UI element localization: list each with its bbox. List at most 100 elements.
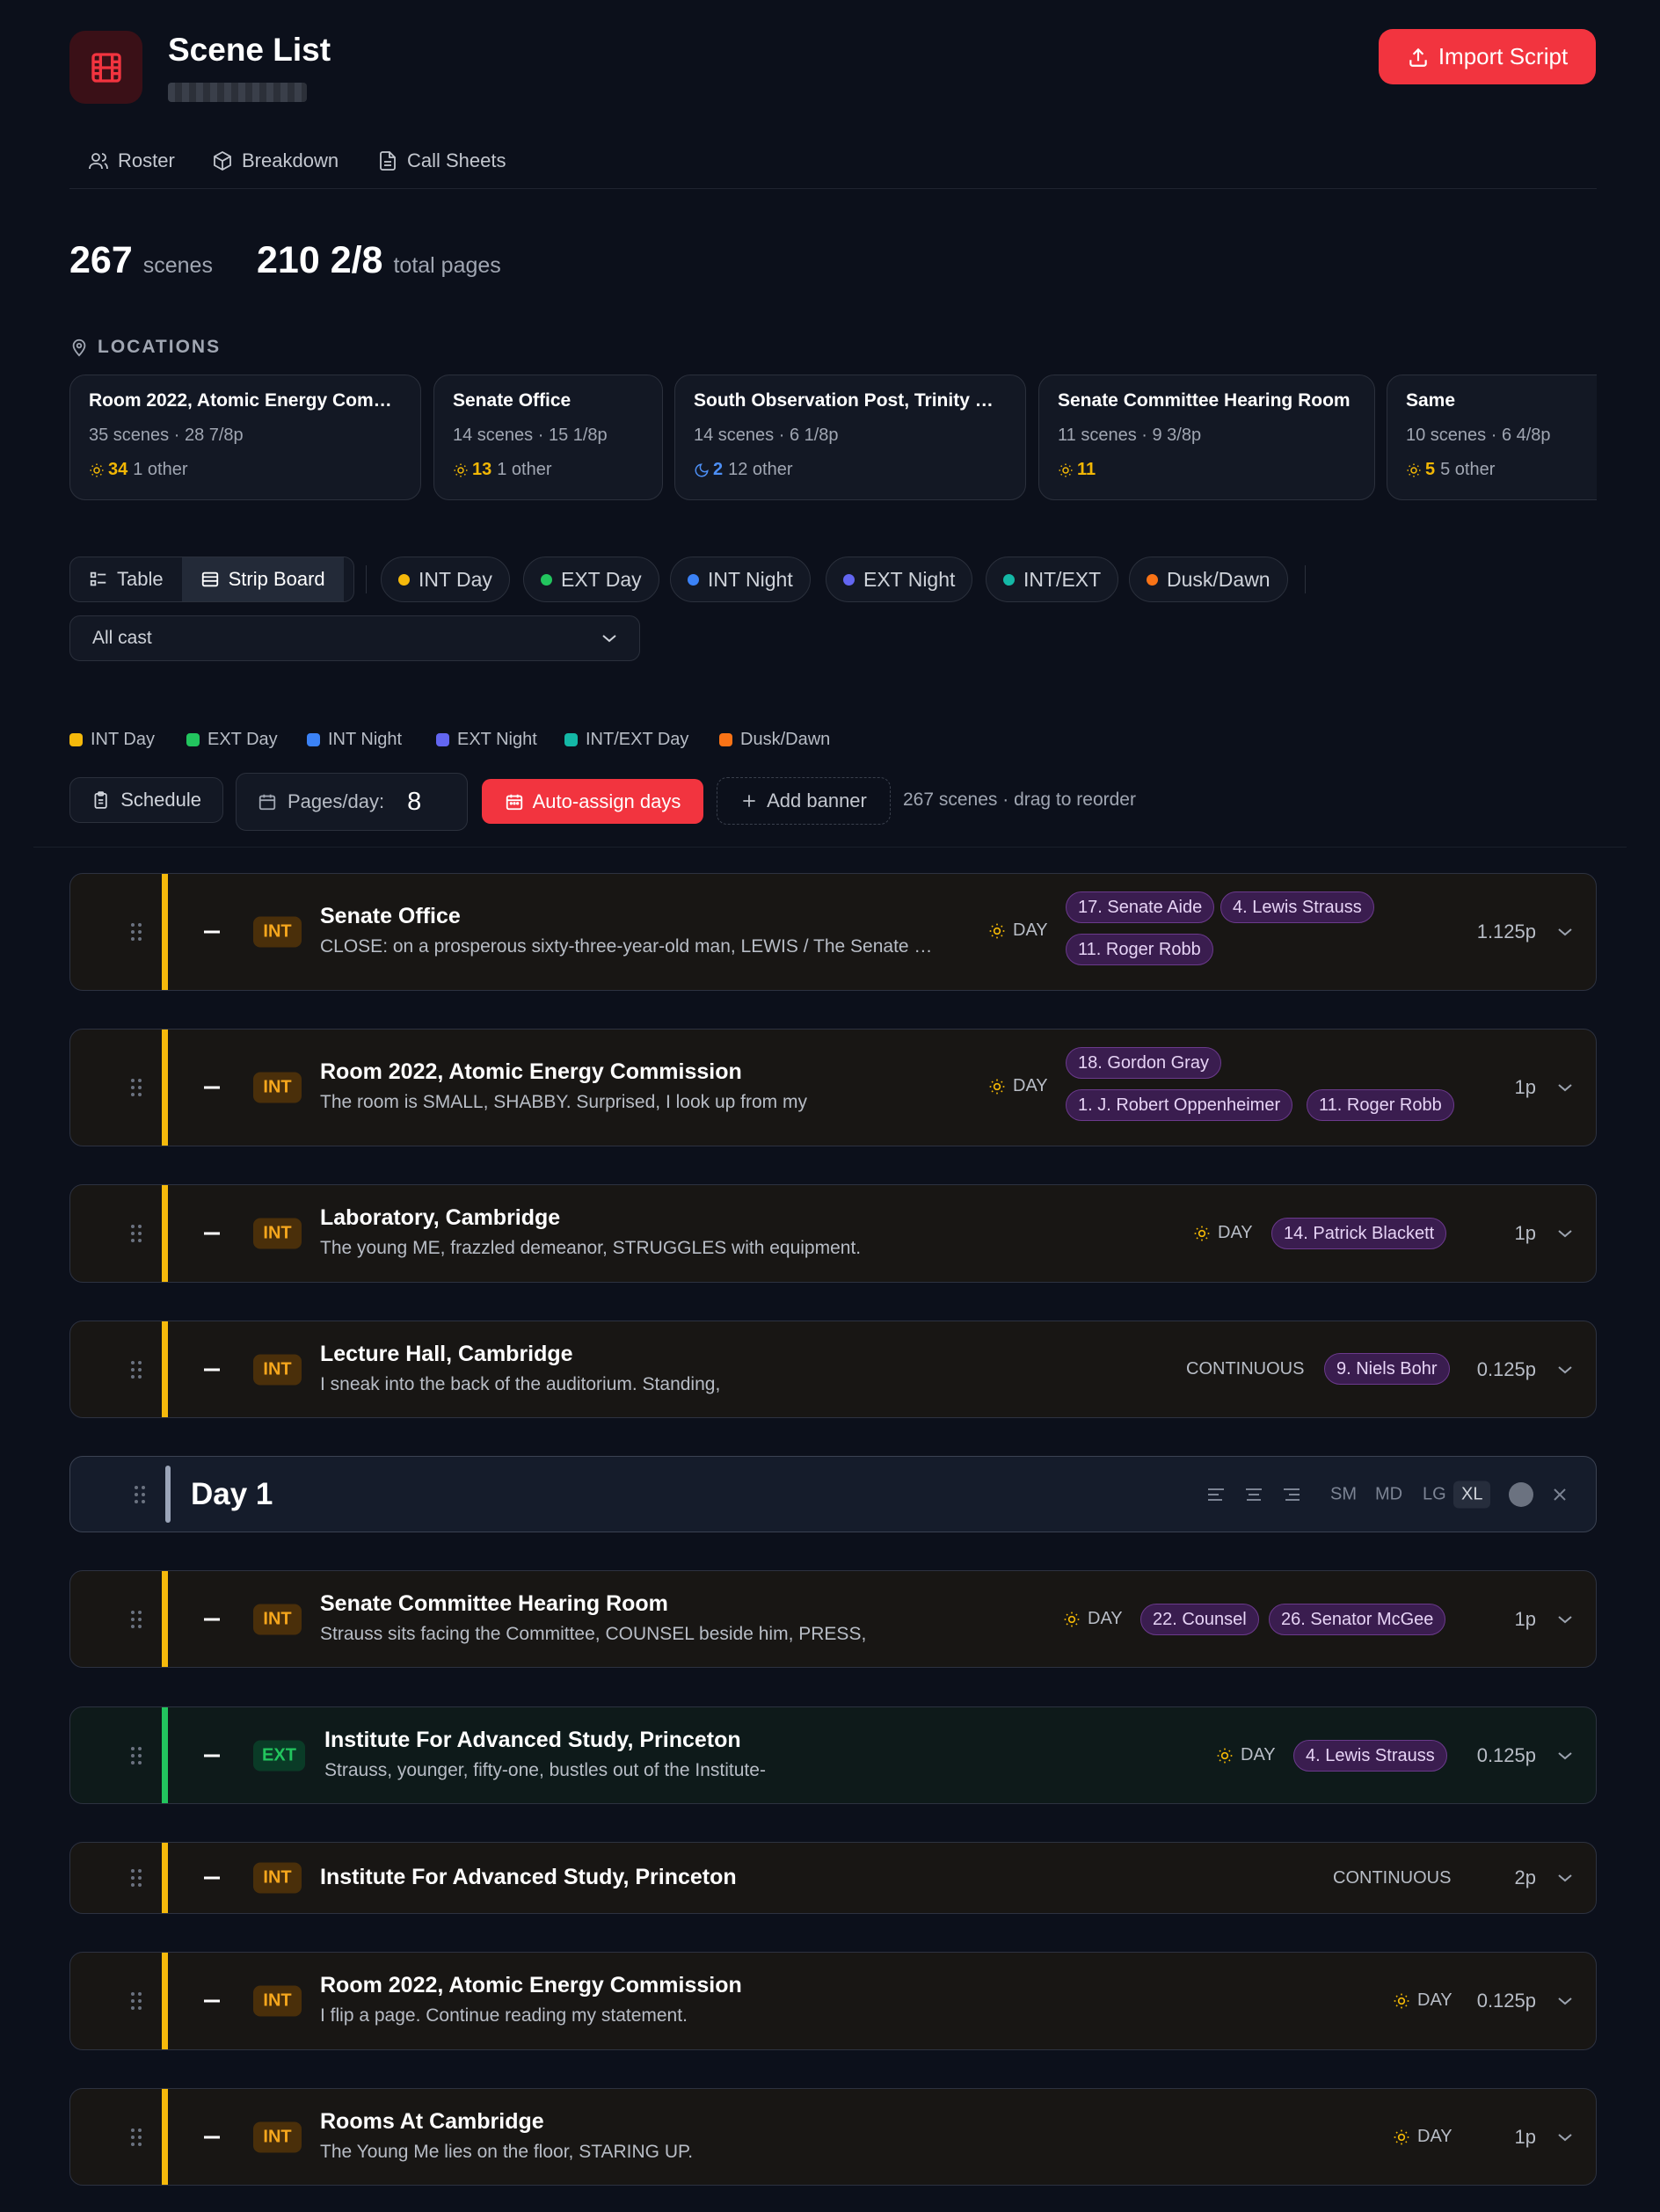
drag-handle-icon[interactable] bbox=[130, 1990, 142, 2012]
schedule-button[interactable]: Schedule bbox=[69, 777, 223, 823]
chevron-down-icon[interactable] bbox=[1557, 1750, 1573, 1761]
chevron-down-icon[interactable] bbox=[1557, 2132, 1573, 2143]
filter-ext-night[interactable]: EXT Night bbox=[826, 557, 973, 602]
scene-strip[interactable]: INT Room 2022, Atomic Energy Commission … bbox=[69, 1029, 1597, 1146]
align-center-icon[interactable] bbox=[1244, 1487, 1263, 1503]
add-banner-button[interactable]: Add banner bbox=[717, 777, 891, 825]
scene-strip[interactable]: INT Senate Office CLOSE: on a prosperous… bbox=[69, 873, 1597, 991]
collapse-icon[interactable] bbox=[204, 1232, 220, 1235]
collapse-icon[interactable] bbox=[204, 930, 220, 934]
pages-per-day-field[interactable]: Pages/day: 8 bbox=[236, 773, 468, 831]
night-count-value: 2 bbox=[713, 460, 724, 479]
filter-dot bbox=[843, 573, 855, 586]
day-banner[interactable]: Day 1 SM MD LG XL bbox=[69, 1456, 1597, 1532]
drag-handle-icon[interactable] bbox=[130, 1609, 142, 1630]
int-ext-badge: INT bbox=[253, 1604, 302, 1634]
location-card[interactable]: Senate Committee Hearing Room 11 scenes … bbox=[1038, 375, 1375, 500]
nav-tab-roster[interactable]: Roster bbox=[88, 148, 175, 174]
drag-handle-icon[interactable] bbox=[130, 1867, 142, 1888]
collapse-icon[interactable] bbox=[204, 1754, 220, 1757]
scene-strip[interactable]: INT Institute For Advanced Study, Prince… bbox=[69, 1842, 1597, 1914]
filter-ext-day[interactable]: EXT Day bbox=[523, 557, 659, 602]
size-lg-button[interactable]: LG bbox=[1423, 1484, 1446, 1504]
size-md-button[interactable]: MD bbox=[1375, 1484, 1402, 1504]
collapse-icon[interactable] bbox=[204, 1876, 220, 1880]
close-icon[interactable] bbox=[1553, 1488, 1567, 1502]
pages-per-day-value[interactable]: 8 bbox=[407, 788, 421, 817]
drag-handle-icon[interactable] bbox=[130, 1359, 142, 1380]
table-view-button[interactable]: Table bbox=[70, 557, 182, 601]
drag-handle-icon[interactable] bbox=[130, 1077, 142, 1098]
scene-strip[interactable]: INT Room 2022, Atomic Energy Commission … bbox=[69, 1952, 1597, 2050]
cast-chip[interactable]: 9. Niels Bohr bbox=[1324, 1353, 1450, 1385]
sun-icon bbox=[989, 1079, 1005, 1094]
strip-board-view-button[interactable]: Strip Board bbox=[181, 557, 344, 601]
nav-tab-breakdown[interactable]: Breakdown bbox=[212, 148, 339, 174]
location-name: Senate Committee Hearing Room bbox=[1058, 390, 1351, 411]
filter-int-ext[interactable]: INT/EXT bbox=[986, 557, 1119, 602]
scene-strip[interactable]: INT Rooms At Cambridge The Young Me lies… bbox=[69, 2088, 1597, 2186]
cast-chip[interactable]: 18. Gordon Gray bbox=[1066, 1047, 1221, 1079]
scene-description: Strauss, younger, fifty-one, bustles out… bbox=[324, 1760, 766, 1780]
cast-chip[interactable]: 1. J. Robert Oppenheimer bbox=[1066, 1089, 1293, 1121]
collapse-icon[interactable] bbox=[204, 2136, 220, 2138]
cast-filter-value: All cast bbox=[92, 628, 152, 648]
total-pages-value: 210 2/8 bbox=[257, 239, 383, 281]
chevron-down-icon[interactable] bbox=[1557, 1996, 1573, 2006]
filter-int-night[interactable]: INT Night bbox=[670, 557, 811, 602]
drag-handle-icon[interactable] bbox=[134, 1484, 146, 1505]
filter-dusk-dawn[interactable]: Dusk/Dawn bbox=[1129, 557, 1288, 602]
scene-strip[interactable]: INT Laboratory, Cambridge The young ME, … bbox=[69, 1184, 1597, 1283]
filter-label: INT Night bbox=[708, 567, 793, 591]
scene-pages: 1.125p bbox=[1476, 920, 1536, 942]
collapse-icon[interactable] bbox=[204, 1368, 220, 1371]
cast-chip[interactable]: 11. Roger Robb bbox=[1307, 1089, 1454, 1121]
location-card[interactable]: Room 2022, Atomic Energy Com… 35 scenes … bbox=[69, 375, 421, 500]
drag-handle-icon[interactable] bbox=[130, 2127, 142, 2148]
auto-assign-days-button[interactable]: Auto-assign days bbox=[482, 779, 703, 824]
banner-title[interactable]: Day 1 bbox=[191, 1477, 273, 1512]
drag-handle-icon[interactable] bbox=[130, 1745, 142, 1766]
location-card[interactable]: South Observation Post, Trinity … 14 sce… bbox=[674, 375, 1026, 500]
cast-chip[interactable]: 22. Counsel bbox=[1140, 1604, 1259, 1635]
cast-chip[interactable]: 14. Patrick Blackett bbox=[1271, 1218, 1447, 1249]
strip-color-bar bbox=[162, 874, 168, 990]
scene-count-hint: 267 scenes · drag to reorder bbox=[903, 789, 1136, 810]
filter-int-day[interactable]: INT Day bbox=[381, 557, 510, 602]
drag-handle-icon[interactable] bbox=[130, 1223, 142, 1244]
chevron-down-icon[interactable] bbox=[1557, 927, 1573, 937]
size-sm-button[interactable]: SM bbox=[1330, 1484, 1357, 1504]
chevron-down-icon[interactable] bbox=[1557, 1364, 1573, 1375]
cast-chip[interactable]: 17. Senate Aide bbox=[1066, 891, 1215, 923]
cast-filter-select[interactable]: All cast bbox=[69, 615, 640, 661]
location-meta: 11 scenes · 9 3/8p bbox=[1058, 426, 1202, 445]
size-xl-button[interactable]: XL bbox=[1453, 1481, 1491, 1508]
legend-swatch bbox=[69, 733, 83, 746]
scene-title: Laboratory, Cambridge bbox=[320, 1205, 561, 1230]
cast-chip[interactable]: 4. Lewis Strauss bbox=[1220, 891, 1374, 923]
location-card[interactable]: Senate Office 14 scenes · 15 1/8p 13 1 o… bbox=[433, 375, 663, 500]
chevron-down-icon[interactable] bbox=[1557, 1873, 1573, 1883]
day-count-value: 5 bbox=[1425, 460, 1436, 479]
cast-chip[interactable]: 26. Senator McGee bbox=[1269, 1604, 1446, 1635]
drag-handle-icon[interactable] bbox=[130, 921, 142, 942]
cast-chip[interactable]: 4. Lewis Strauss bbox=[1293, 1740, 1447, 1772]
import-script-button[interactable]: Import Script bbox=[1379, 29, 1596, 84]
scene-pages: 1p bbox=[1514, 1607, 1536, 1630]
scene-strip[interactable]: INT Lecture Hall, Cambridge I sneak into… bbox=[69, 1321, 1597, 1418]
chevron-down-icon[interactable] bbox=[1557, 1082, 1573, 1093]
collapse-icon[interactable] bbox=[204, 1618, 220, 1620]
cast-chip[interactable]: 11. Roger Robb bbox=[1066, 934, 1213, 965]
chevron-down-icon[interactable] bbox=[1557, 1228, 1573, 1239]
scene-strip[interactable]: INT Senate Committee Hearing Room Straus… bbox=[69, 1570, 1597, 1668]
align-right-icon[interactable] bbox=[1282, 1487, 1301, 1503]
collapse-icon[interactable] bbox=[204, 1086, 220, 1089]
legend-item: Dusk/Dawn bbox=[719, 730, 830, 750]
color-picker-swatch[interactable] bbox=[1509, 1481, 1533, 1507]
align-left-icon[interactable] bbox=[1206, 1487, 1226, 1503]
nav-tab-call-sheets[interactable]: Call Sheets bbox=[377, 148, 506, 174]
filter-dot bbox=[541, 573, 552, 586]
scene-strip[interactable]: EXT Institute For Advanced Study, Prince… bbox=[69, 1706, 1597, 1804]
collapse-icon[interactable] bbox=[204, 1999, 220, 2003]
chevron-down-icon[interactable] bbox=[1557, 1614, 1573, 1625]
